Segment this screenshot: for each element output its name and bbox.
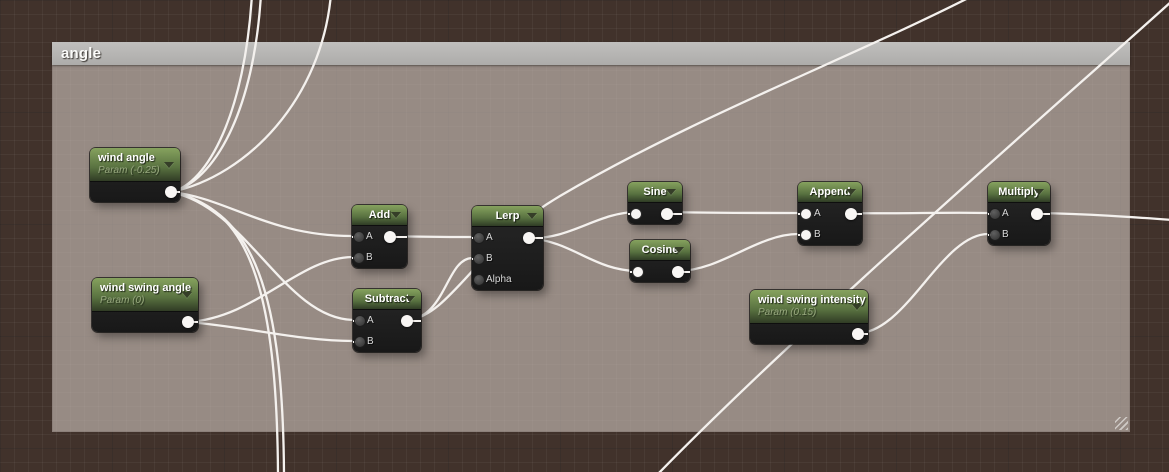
node-param-value: Param (-0.25) — [98, 165, 160, 176]
output-pin[interactable] — [523, 231, 535, 244]
output-pin[interactable] — [182, 315, 194, 328]
node-title: Append — [809, 185, 851, 198]
pin-row — [628, 203, 682, 224]
pin-row-b: B — [472, 248, 543, 269]
output-pin[interactable] — [1031, 207, 1043, 220]
chevron-down-icon[interactable] — [527, 213, 537, 219]
pin-row-a: A — [798, 203, 862, 224]
node-title: Add — [368, 208, 391, 221]
chevron-down-icon[interactable] — [666, 189, 676, 195]
output-pin[interactable] — [661, 207, 673, 220]
node-append[interactable]: Append A B — [798, 182, 862, 245]
node-param-value: Param (0.15) — [758, 307, 817, 318]
node-wind-angle[interactable]: wind angle Param (-0.25) — [90, 148, 180, 202]
node-title: wind swing intensity — [758, 294, 866, 306]
input-pin-a[interactable] — [354, 231, 364, 242]
chevron-down-icon[interactable] — [391, 212, 401, 218]
node-lerp[interactable]: Lerp A B Alpha — [472, 206, 543, 290]
input-pin-b[interactable] — [355, 336, 365, 347]
input-pin-b[interactable] — [801, 229, 811, 240]
node-multiply[interactable]: Multiply A B — [988, 182, 1050, 245]
chevron-down-icon[interactable] — [164, 161, 174, 168]
input-pin-alpha[interactable] — [474, 274, 484, 285]
input-pin-a[interactable] — [801, 208, 811, 219]
pin-row-a: A — [352, 226, 407, 247]
output-pin[interactable] — [401, 314, 413, 327]
comment-header[interactable]: angle — [52, 42, 1130, 65]
chevron-down-icon[interactable] — [182, 291, 192, 298]
output-pin[interactable] — [845, 207, 857, 220]
node-wind-swing-intensity[interactable]: wind swing intensity Param (0.15) — [750, 290, 868, 344]
chevron-down-icon[interactable] — [846, 189, 856, 195]
node-title: Cosine — [641, 243, 679, 256]
input-pin-b[interactable] — [474, 253, 484, 264]
output-pin[interactable] — [384, 230, 396, 243]
node-title: wind swing angle — [100, 282, 192, 294]
output-pin[interactable] — [672, 265, 684, 278]
node-add[interactable]: Add A B — [352, 205, 407, 268]
input-pin[interactable] — [631, 208, 641, 219]
node-title: Sine — [643, 185, 667, 198]
input-pin-a[interactable] — [474, 232, 484, 243]
input-pin[interactable] — [633, 266, 643, 277]
node-title: Subtract — [364, 292, 410, 305]
comment-title: angle — [61, 45, 102, 62]
pin-row-alpha: Alpha — [472, 269, 543, 290]
node-subtract[interactable]: Subtract A B — [353, 289, 421, 352]
comment-box-angle: angle — [52, 42, 1130, 432]
pin-row-b: B — [988, 224, 1050, 245]
output-pin[interactable] — [852, 327, 864, 340]
node-cosine[interactable]: Cosine — [630, 240, 690, 282]
chevron-down-icon[interactable] — [852, 303, 862, 310]
comment-resize-handle[interactable] — [1115, 417, 1128, 430]
material-graph-canvas[interactable]: angle wind angle Param (-0.25) wind swin… — [0, 0, 1169, 472]
input-pin-a[interactable] — [990, 208, 1000, 219]
chevron-down-icon[interactable] — [674, 247, 684, 253]
input-pin-b[interactable] — [354, 252, 364, 263]
node-sine[interactable]: Sine — [628, 182, 682, 224]
output-pin[interactable] — [165, 185, 177, 198]
input-pin-b[interactable] — [990, 229, 1000, 240]
input-pin-a[interactable] — [355, 315, 365, 326]
comment-body — [52, 65, 1130, 432]
pin-row — [630, 261, 690, 282]
node-param-value: Param (0) — [100, 295, 145, 306]
pin-row-b: B — [353, 331, 421, 352]
node-title: Lerp — [495, 209, 520, 222]
node-wind-swing-angle[interactable]: wind swing angle Param (0) — [92, 278, 198, 332]
node-title: wind angle — [98, 152, 155, 164]
pin-row-a: A — [472, 227, 543, 248]
pin-row-a: A — [353, 310, 421, 331]
chevron-down-icon[interactable] — [405, 296, 415, 302]
pin-row-b: B — [352, 247, 407, 268]
chevron-down-icon[interactable] — [1034, 189, 1044, 195]
pin-row-a: A — [988, 203, 1050, 224]
pin-row-b: B — [798, 224, 862, 245]
